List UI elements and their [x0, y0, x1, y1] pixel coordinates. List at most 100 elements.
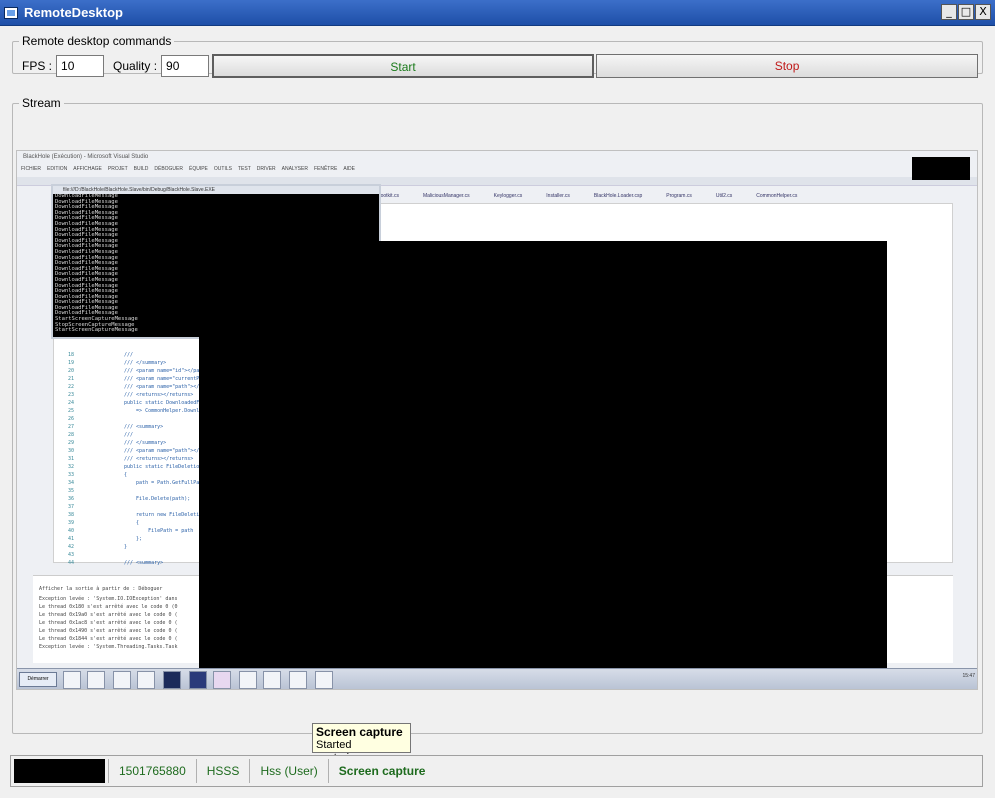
- steam-icon: [137, 671, 155, 689]
- line-number: 35: [68, 488, 75, 494]
- code-line: /// <returns></returns>: [124, 392, 194, 398]
- fps-input[interactable]: [56, 55, 105, 77]
- redacted-region: [199, 241, 887, 668]
- line-number: 42: [68, 544, 75, 550]
- status-id: 1501765880: [108, 759, 197, 783]
- code-line: }: [124, 544, 128, 550]
- remote-menu-item: AFFICHAGE: [73, 166, 102, 172]
- code-line: /// <returns></returns>: [124, 456, 194, 462]
- output-line: Le thread 0x180 s'est arrêté avec le cod…: [39, 604, 178, 610]
- commands-group: Remote desktop commands FPS : Quality : …: [12, 34, 983, 78]
- remote-menu-item: PROJET: [107, 166, 128, 172]
- line-number: 22: [68, 384, 75, 390]
- close-button[interactable]: X: [975, 4, 991, 20]
- folder-icon: [87, 671, 105, 689]
- line-number: 30: [68, 448, 75, 454]
- line-number: 29: [68, 440, 75, 446]
- line-number: 36: [68, 496, 75, 502]
- code-line: /// </summary>: [124, 440, 167, 446]
- code-line: return new FileDeletio: [124, 512, 203, 518]
- remote-menu-item: EDITION: [47, 166, 68, 172]
- code-line: /// <param name="path"></: [124, 448, 200, 454]
- fps-label: FPS :: [22, 59, 53, 73]
- code-line: /// </summary>: [124, 360, 167, 366]
- visual-studio-icon: [213, 671, 231, 689]
- console-icon: [289, 671, 307, 689]
- code-line: {: [124, 472, 128, 478]
- code-line: /// <param name="id"></par: [124, 368, 203, 374]
- line-number: 23: [68, 392, 75, 398]
- remote-menu: FICHIER EDITION AFFICHAGE PROJET BUILD DÉBOGU…: [21, 166, 355, 176]
- remote-tab: Util2.cs: [715, 193, 733, 199]
- line-number: 21: [68, 376, 75, 382]
- remote-tab: Keylogger.cs: [493, 193, 523, 199]
- status-activity: Screen capture: [338, 764, 426, 778]
- code-line: FilePath = path: [124, 528, 194, 534]
- quality-label: Quality :: [113, 59, 158, 73]
- code-line: /// <param name="path"></: [124, 384, 200, 390]
- remote-menu-item: FICHIER: [21, 166, 41, 172]
- remote-tab: BlackHole.Loader.csp: [593, 193, 643, 199]
- code-line: /// <param name="currentP: [124, 376, 200, 382]
- remote-window-title: BlackHole (Exécution) - Microsoft Visual…: [23, 154, 149, 160]
- media-icon: [63, 671, 81, 689]
- line-number: 24: [68, 400, 75, 406]
- remote-clock: 15:47: [962, 673, 975, 679]
- remote-taskbar: Démarrer 15:47: [17, 668, 977, 689]
- output-line: Le thread 0x1490 s'est arrêté avec le co…: [39, 628, 178, 634]
- remote-menu-item: DÉBOGUER: [154, 166, 183, 172]
- output-header: Afficher la sortie à partir de : Débogue…: [39, 586, 163, 592]
- code-line: public static DownloadedFi: [124, 400, 203, 406]
- remote-tab: Installer.cs: [546, 193, 570, 199]
- remote-tab: MaliciousManager.cs: [422, 193, 470, 199]
- code-line: /// <summary>: [124, 424, 164, 430]
- remote-screen[interactable]: BlackHole (Exécution) - Microsoft Visual…: [16, 150, 978, 690]
- output-line: Le thread 0x1844 s'est arrêté avec le co…: [39, 636, 178, 642]
- window-title: RemoteDesktop: [24, 5, 123, 20]
- title-bar: RemoteDesktop _ □ X: [0, 0, 995, 26]
- tooltip: Screen capture Started capturing...: [312, 723, 411, 764]
- code-line: /// <summary>: [124, 560, 164, 566]
- quality-input[interactable]: [161, 55, 210, 77]
- remote-tabs: Rootkit.cs MaliciousManager.cs Keylogger.c…: [377, 193, 797, 199]
- chrome-icon: [113, 671, 131, 689]
- commands-legend: Remote desktop commands: [22, 34, 172, 48]
- code-line: File.Delete(path);: [124, 496, 191, 502]
- line-number: 26: [68, 416, 75, 422]
- line-number: 25: [68, 408, 75, 414]
- line-number: 27: [68, 424, 75, 430]
- line-number: 34: [68, 480, 75, 486]
- line-number: 19: [68, 360, 75, 366]
- remote-menu-item: DRIVER: [256, 166, 276, 172]
- code-line: path = Path.GetFullPat: [124, 480, 203, 486]
- line-number: 40: [68, 528, 75, 534]
- line-number: 39: [68, 520, 75, 526]
- line-number: 20: [68, 368, 75, 374]
- code-line: };: [124, 536, 143, 542]
- code-line: => CommonHelper.Downl: [124, 408, 200, 414]
- app-icon: [4, 6, 18, 19]
- remote-menu-item: TEST: [237, 166, 251, 172]
- remote-menu-item: AIDE: [343, 166, 355, 172]
- remote-menu-item: ÉQUIPE: [189, 166, 208, 172]
- status-machine: HSSS: [197, 759, 251, 783]
- stream-legend: Stream: [22, 96, 61, 110]
- status-thumbnail: [14, 759, 105, 783]
- redacted-corner: [912, 157, 970, 180]
- stop-button[interactable]: Stop: [596, 54, 979, 78]
- start-button[interactable]: Start: [212, 54, 595, 78]
- app-icon-3: [239, 671, 257, 689]
- app-icon-4: [263, 671, 281, 689]
- code-line: {: [124, 520, 140, 526]
- app-icon-2: [189, 671, 207, 689]
- line-number: 28: [68, 432, 75, 438]
- line-number: 33: [68, 472, 75, 478]
- line-number: 18: [68, 352, 75, 358]
- app-icon-5: [315, 671, 333, 689]
- code-line: ///: [124, 432, 134, 438]
- maximize-button[interactable]: □: [958, 4, 974, 20]
- remote-tab: Program.cs: [666, 193, 692, 199]
- output-line: Le thread 0x1ac8 s'est arrêté avec le co…: [39, 620, 178, 626]
- minimize-button[interactable]: _: [941, 4, 957, 20]
- remote-tab: CommonHelper.cs: [756, 193, 798, 199]
